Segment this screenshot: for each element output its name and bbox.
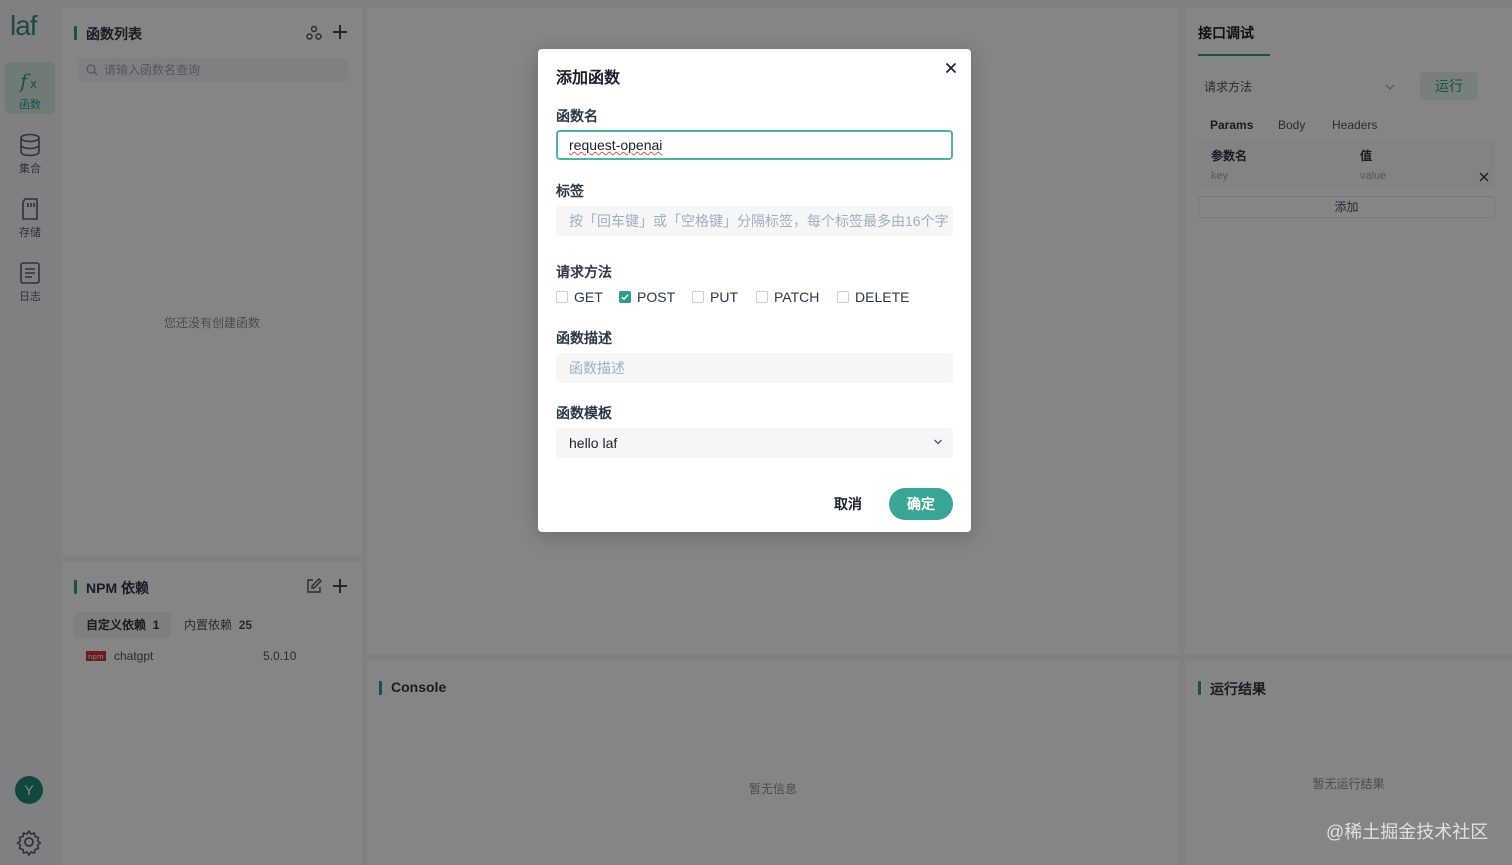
tags-input[interactable]: 按「回车键」或「空格键」分隔标签，每个标签最多由16个字	[556, 206, 953, 236]
close-icon[interactable]	[942, 59, 960, 77]
function-name-label: 函数名	[556, 108, 598, 124]
check-icon	[621, 294, 629, 301]
template-select[interactable]: hello laf	[556, 428, 953, 458]
description-input[interactable]: 函数描述	[556, 353, 953, 383]
checkbox-box	[619, 291, 631, 303]
function-name-input[interactable]: request-openai	[556, 130, 953, 160]
checkbox-box	[756, 291, 768, 303]
cancel-button[interactable]: 取消	[824, 489, 872, 519]
checkbox-label: GET	[574, 289, 603, 305]
checkbox-box	[556, 291, 568, 303]
template-value: hello laf	[569, 435, 618, 451]
checkbox-box	[692, 291, 704, 303]
checkbox-label: PATCH	[774, 289, 820, 305]
watermark: @稀土掘金技术社区	[1326, 822, 1489, 842]
tags-placeholder: 按「回车键」或「空格键」分隔标签，每个标签最多由16个字	[569, 213, 949, 229]
template-label: 函数模板	[556, 405, 612, 421]
checkbox-label: DELETE	[855, 289, 910, 305]
checkbox-label: PUT	[710, 289, 738, 305]
chevron-down-icon	[934, 439, 942, 445]
description-placeholder: 函数描述	[569, 360, 625, 376]
confirm-button[interactable]: 确定	[889, 488, 953, 520]
add-function-modal: 添加函数 函数名 request-openai 标签 按「回车键」或「空格键」分…	[538, 49, 971, 532]
checkbox-label: POST	[637, 289, 676, 305]
tags-label: 标签	[556, 183, 584, 199]
method-label: 请求方法	[556, 264, 612, 280]
app-root: laf fx 函数 集合 存储 日志 Y 函数列表 请输入函数名查询 您还没有创…	[0, 0, 1512, 865]
function-name-value: request-openai	[569, 137, 663, 153]
modal-title: 添加函数	[556, 70, 621, 87]
description-label: 函数描述	[556, 330, 612, 346]
checkbox-box	[837, 291, 849, 303]
